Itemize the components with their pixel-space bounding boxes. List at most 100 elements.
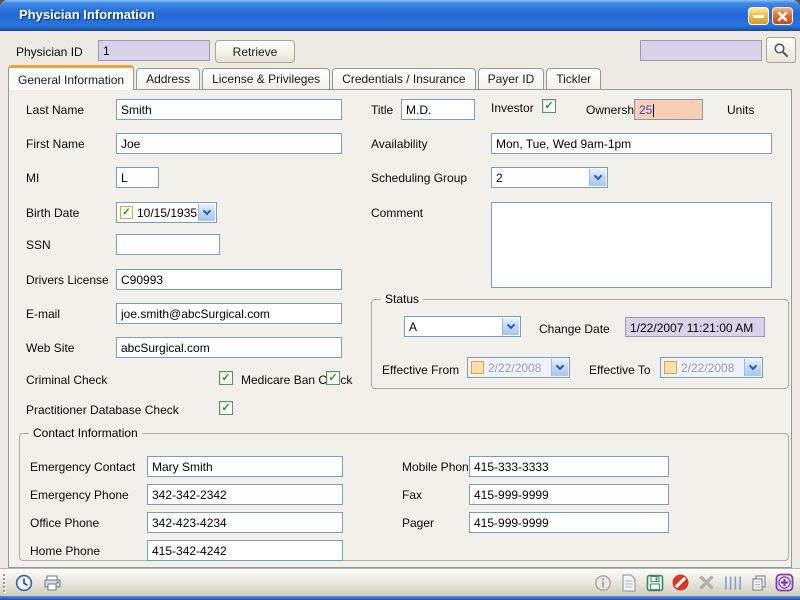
home-phone-input[interactable] bbox=[147, 540, 343, 561]
web-site-input[interactable] bbox=[116, 337, 342, 358]
physician-id-label: Physician ID bbox=[16, 45, 83, 59]
comment-label: Comment bbox=[371, 206, 423, 220]
window-title: Physician Information bbox=[19, 7, 155, 22]
physician-information-window: Physician Information Physician ID Retri… bbox=[0, 0, 800, 600]
office-phone-input[interactable] bbox=[147, 512, 343, 533]
last-name-input[interactable] bbox=[116, 99, 342, 120]
emergency-contact-input[interactable] bbox=[147, 456, 343, 477]
status-bar bbox=[0, 568, 800, 596]
criminal-check-label: Criminal Check bbox=[26, 373, 107, 387]
ownership-input[interactable]: 25 bbox=[634, 99, 703, 120]
availability-label: Availability bbox=[371, 137, 427, 151]
status-group-label: Status bbox=[381, 292, 423, 306]
check-icon: ✓ bbox=[544, 101, 553, 112]
availability-input[interactable] bbox=[491, 133, 772, 154]
status-dropdown-button[interactable] bbox=[502, 318, 519, 335]
status-dropdown[interactable]: A bbox=[404, 316, 521, 337]
info-icon bbox=[594, 574, 612, 592]
save-floppy-icon bbox=[646, 574, 664, 592]
first-name-input[interactable] bbox=[116, 133, 342, 154]
scheduling-group-dropdown[interactable]: 2 bbox=[491, 167, 608, 188]
check-icon: ✓ bbox=[221, 373, 230, 384]
medical-cross-icon bbox=[775, 573, 794, 592]
tab-payer-id[interactable]: Payer ID bbox=[478, 68, 545, 90]
ssn-input[interactable] bbox=[116, 234, 220, 255]
print-button[interactable] bbox=[43, 573, 62, 592]
statusbar-right-tools bbox=[593, 573, 794, 592]
emergency-phone-input[interactable] bbox=[147, 484, 343, 505]
birth-date-checkbox[interactable]: ✓ bbox=[120, 206, 133, 219]
pager-input[interactable] bbox=[469, 512, 669, 533]
first-name-label: First Name bbox=[26, 137, 85, 151]
statusbar-left-tools bbox=[14, 573, 62, 592]
retrieve-button[interactable]: Retrieve bbox=[215, 40, 295, 63]
grip-dots bbox=[3, 574, 5, 592]
check-icon: ✓ bbox=[122, 208, 130, 218]
medicare-ban-check-checkbox[interactable]: ✓ bbox=[326, 371, 340, 385]
effective-to-label: Effective To bbox=[589, 363, 651, 377]
email-input[interactable] bbox=[116, 303, 342, 324]
effective-from-label: Effective From bbox=[382, 363, 459, 377]
birth-date-label: Birth Date bbox=[26, 206, 79, 220]
effective-from-picker[interactable]: 2/22/2008 bbox=[467, 357, 570, 378]
check-icon: ✓ bbox=[328, 373, 337, 384]
ownership-value: 25 bbox=[639, 103, 652, 117]
drivers-license-label: Drivers License bbox=[26, 273, 109, 287]
chevron-down-icon bbox=[507, 321, 515, 329]
copy-pages-icon bbox=[750, 574, 768, 592]
birth-date-value: 10/15/1935 bbox=[137, 206, 197, 220]
delete-button[interactable] bbox=[697, 573, 716, 592]
mi-label: MI bbox=[26, 171, 39, 185]
general-information-panel: Last Name First Name MI Birth Date ✓ 10/… bbox=[8, 89, 792, 568]
vertical-bars-icon bbox=[723, 574, 742, 592]
tab-address[interactable]: Address bbox=[136, 68, 200, 90]
emergency-phone-label: Emergency Phone bbox=[30, 488, 129, 502]
fax-input[interactable] bbox=[469, 484, 669, 505]
birth-date-dropdown-button[interactable] bbox=[198, 204, 215, 221]
units-label: Units bbox=[727, 103, 754, 117]
physician-id-input[interactable] bbox=[98, 40, 210, 61]
web-site-label: Web Site bbox=[26, 341, 74, 355]
criminal-check-checkbox[interactable]: ✓ bbox=[219, 371, 233, 385]
close-button[interactable] bbox=[772, 7, 793, 25]
mobile-phone-input[interactable] bbox=[469, 456, 669, 477]
effective-to-value: 2/22/2008 bbox=[681, 361, 734, 375]
effective-from-dropdown-button[interactable] bbox=[551, 359, 568, 376]
tab-general-information[interactable]: General Information bbox=[8, 65, 134, 90]
last-name-label: Last Name bbox=[26, 103, 84, 117]
drivers-license-input[interactable] bbox=[116, 269, 342, 290]
effective-to-picker[interactable]: 2/22/2008 bbox=[660, 357, 763, 378]
mobile-phone-label: Mobile Phone bbox=[402, 460, 475, 474]
birth-date-picker[interactable]: ✓ 10/15/1935 bbox=[116, 202, 217, 223]
tab-license-privileges[interactable]: License & Privileges bbox=[202, 68, 330, 90]
effective-to-dropdown-button[interactable] bbox=[744, 359, 761, 376]
printer-icon bbox=[43, 574, 62, 592]
close-icon bbox=[777, 11, 788, 22]
change-date-field: 1/22/2007 11:21:00 AM bbox=[625, 317, 765, 337]
comment-textarea[interactable] bbox=[491, 202, 772, 288]
effective-from-checkbox[interactable] bbox=[471, 361, 484, 374]
text-caret bbox=[653, 104, 654, 117]
change-date-label: Change Date bbox=[539, 322, 610, 336]
investor-checkbox[interactable]: ✓ bbox=[542, 99, 556, 113]
copy-button[interactable] bbox=[749, 573, 768, 592]
tab-credentials-insurance[interactable]: Credentials / Insurance bbox=[332, 68, 475, 90]
search-button[interactable] bbox=[766, 37, 796, 63]
exit-app-button[interactable] bbox=[775, 573, 794, 592]
minimize-button[interactable] bbox=[748, 7, 769, 25]
cancel-button[interactable] bbox=[671, 573, 690, 592]
search-input[interactable] bbox=[640, 40, 762, 61]
effective-from-value: 2/22/2008 bbox=[488, 361, 541, 375]
history-clock-button[interactable] bbox=[14, 573, 33, 592]
scheduling-group-value: 2 bbox=[496, 171, 503, 185]
save-button[interactable] bbox=[645, 573, 664, 592]
effective-to-checkbox[interactable] bbox=[664, 361, 677, 374]
info-button[interactable] bbox=[593, 573, 612, 592]
new-record-button[interactable] bbox=[619, 573, 638, 592]
tab-tickler[interactable]: Tickler bbox=[546, 68, 601, 90]
clock-icon bbox=[15, 574, 33, 592]
practitioner-database-check-checkbox[interactable]: ✓ bbox=[219, 401, 233, 415]
mi-input[interactable] bbox=[116, 167, 159, 188]
title-input[interactable] bbox=[401, 99, 475, 120]
scheduling-group-dropdown-button[interactable] bbox=[589, 169, 606, 186]
